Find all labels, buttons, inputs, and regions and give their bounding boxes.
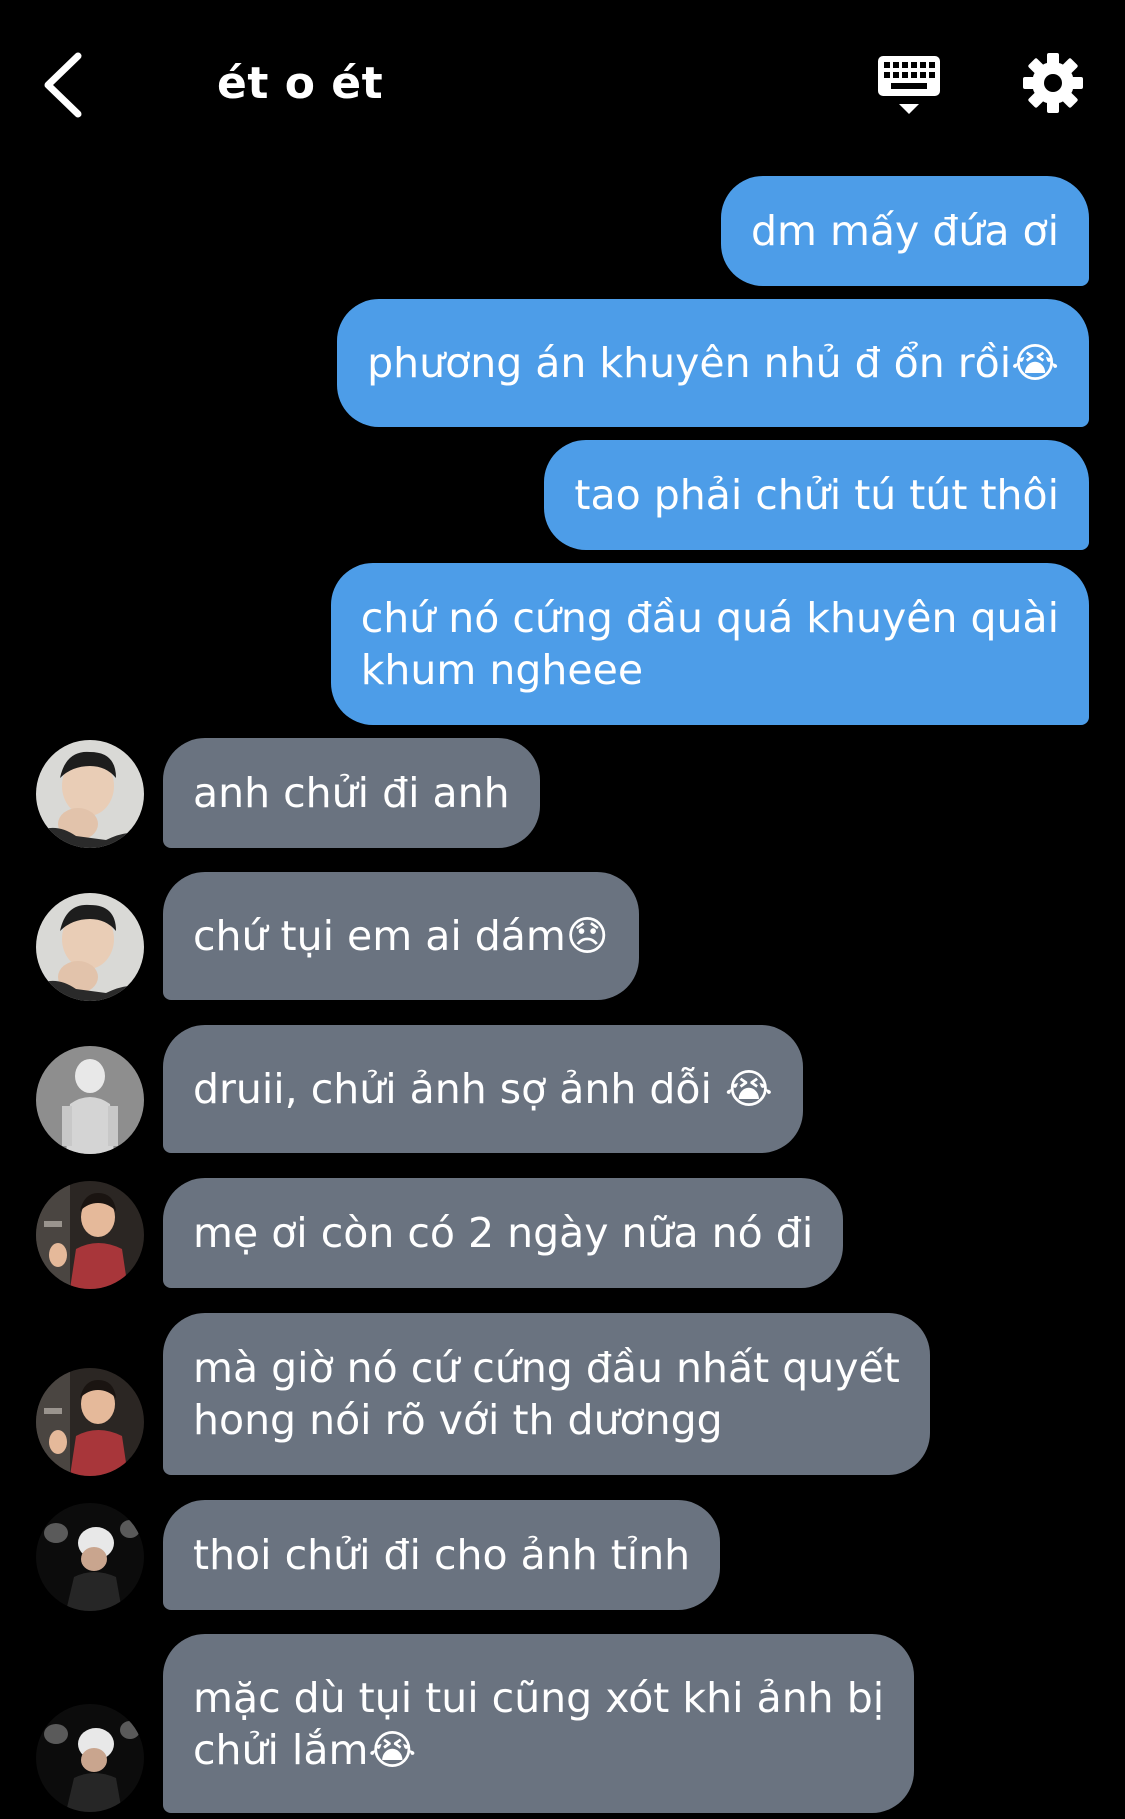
message-incoming[interactable]: mặc dù tụi tui cũng xót khi ảnh bị chửi …	[163, 1634, 915, 1813]
chat-header: ét o ét	[0, 0, 1125, 160]
message-outgoing[interactable]: dm mấy đứa ơi	[720, 176, 1089, 286]
chat-title: ét o ét	[217, 58, 384, 109]
avatar[interactable]	[36, 1181, 144, 1289]
message-incoming[interactable]: anh chửi đi anh	[163, 738, 540, 848]
message-outgoing[interactable]: chứ nó cứng đầu quá khuyên quài khum ngh…	[330, 563, 1089, 725]
chevron-left-icon	[44, 52, 82, 118]
avatar[interactable]	[36, 740, 144, 848]
message-incoming[interactable]: mẹ ơi còn có 2 ngày nữa nó đi	[163, 1178, 844, 1288]
avatar[interactable]	[36, 1704, 144, 1812]
keyboard-hide-icon	[878, 56, 940, 114]
message-incoming[interactable]: mà giờ nó cứ cứng đầu nhất quyết hong nó…	[163, 1313, 930, 1475]
settings-button[interactable]	[1022, 52, 1084, 114]
avatar[interactable]	[36, 893, 144, 1001]
message-incoming[interactable]: thoi chửi đi cho ảnh tỉnh	[163, 1500, 721, 1610]
avatar[interactable]	[36, 1503, 144, 1611]
keyboard-button[interactable]	[877, 54, 941, 118]
message-incoming[interactable]: druii, chửi ảnh sợ ảnh dỗi 😭	[163, 1025, 803, 1153]
message-outgoing[interactable]: tao phải chửi tú tút thôi	[544, 440, 1089, 550]
avatar[interactable]	[36, 1368, 144, 1476]
message-incoming[interactable]: chứ tụi em ai dám😞	[163, 872, 639, 1000]
gear-icon	[1023, 53, 1083, 113]
back-button[interactable]	[36, 48, 96, 122]
message-outgoing[interactable]: phương án khuyên nhủ đ ổn rồi😭	[337, 299, 1089, 427]
avatar[interactable]	[36, 1046, 144, 1154]
